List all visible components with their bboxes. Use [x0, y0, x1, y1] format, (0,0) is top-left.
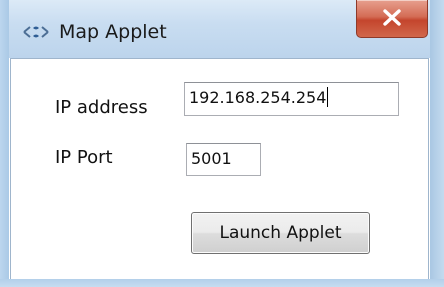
close-button[interactable]: [356, 0, 428, 38]
ip-address-label: IP address: [55, 97, 148, 118]
ip-address-value: 192.168.254.254: [189, 88, 327, 107]
launch-applet-button[interactable]: Launch Applet: [191, 212, 370, 254]
ip-port-label: IP Port: [55, 147, 113, 168]
window-title: Map Applet: [59, 21, 167, 43]
map-applet-icon: [21, 24, 51, 38]
window-frame-right: [430, 0, 444, 287]
title-bar[interactable]: Map Applet: [0, 0, 444, 58]
ip-port-input[interactable]: 5001: [186, 143, 261, 176]
map-applet-window: Map Applet IP address 192.168.254.254 IP…: [0, 0, 444, 287]
text-caret: [327, 87, 329, 107]
window-frame-bottom: [0, 279, 444, 287]
window-frame-left: [0, 0, 9, 287]
ip-port-value: 5001: [191, 149, 232, 168]
ip-address-input[interactable]: 192.168.254.254: [184, 82, 399, 116]
